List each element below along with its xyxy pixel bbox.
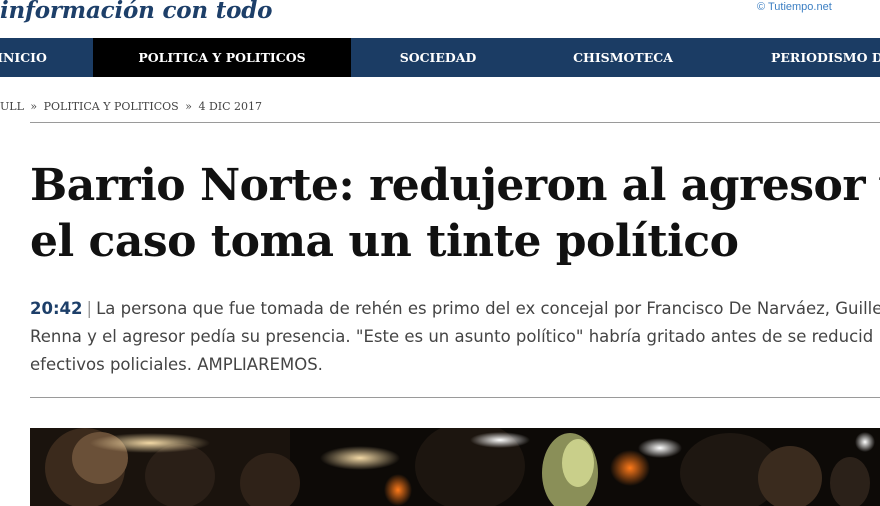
article-headline: Barrio Norte: redujeron al agresor y el …	[30, 158, 880, 270]
breadcrumb-separator: »	[185, 100, 192, 113]
headline-line-1: Barrio Norte: redujeron al agresor y	[30, 160, 880, 211]
main-navigation: INICIO POLITICA Y POLITICOS SOCIEDAD CHI…	[0, 38, 880, 77]
article-photo[interactable]	[30, 428, 880, 506]
breadcrumb-date: 4 DIC 2017	[198, 100, 263, 113]
breadcrumb-category[interactable]: POLITICA Y POLITICOS	[44, 100, 179, 113]
summary-line-2: Renna y el agresor pedía su presencia. "…	[30, 327, 874, 346]
article-time: 20:42	[30, 299, 83, 318]
summary-text-1: La persona que fue tomada de rehén es pr…	[96, 299, 880, 318]
divider-top	[30, 122, 880, 123]
nav-item-politica[interactable]: POLITICA Y POLITICOS	[93, 38, 351, 77]
summary-line-1: 20:42 | La persona que fue tomada de rehén…	[30, 295, 880, 323]
article-summary: 20:42 | La persona que fue tomada de rehén…	[30, 295, 880, 379]
summary-line-3: efectivos policiales. AMPLIAREMOS.	[30, 355, 323, 374]
night-scene-photo	[30, 428, 880, 506]
breadcrumb-section[interactable]: ULL	[0, 100, 24, 113]
summary-divider: |	[86, 299, 93, 318]
nav-item-periodismo[interactable]: PERIODISMO DE	[771, 38, 880, 77]
nav-item-sociedad[interactable]: SOCIEDAD	[386, 38, 490, 77]
site-tagline: información con todo	[0, 0, 273, 24]
weather-widget-link[interactable]: © Tutiempo.net	[757, 1, 832, 13]
breadcrumb-separator: »	[30, 100, 38, 113]
nav-item-chismoteca[interactable]: CHISMOTECA	[560, 38, 686, 77]
breadcrumb: ULL » POLITICA Y POLITICOS » 4 DIC 2017	[0, 100, 262, 113]
divider-bottom	[30, 397, 880, 398]
nav-item-inicio[interactable]: INICIO	[0, 38, 48, 77]
headline-line-2: el caso toma un tinte político	[30, 216, 739, 267]
